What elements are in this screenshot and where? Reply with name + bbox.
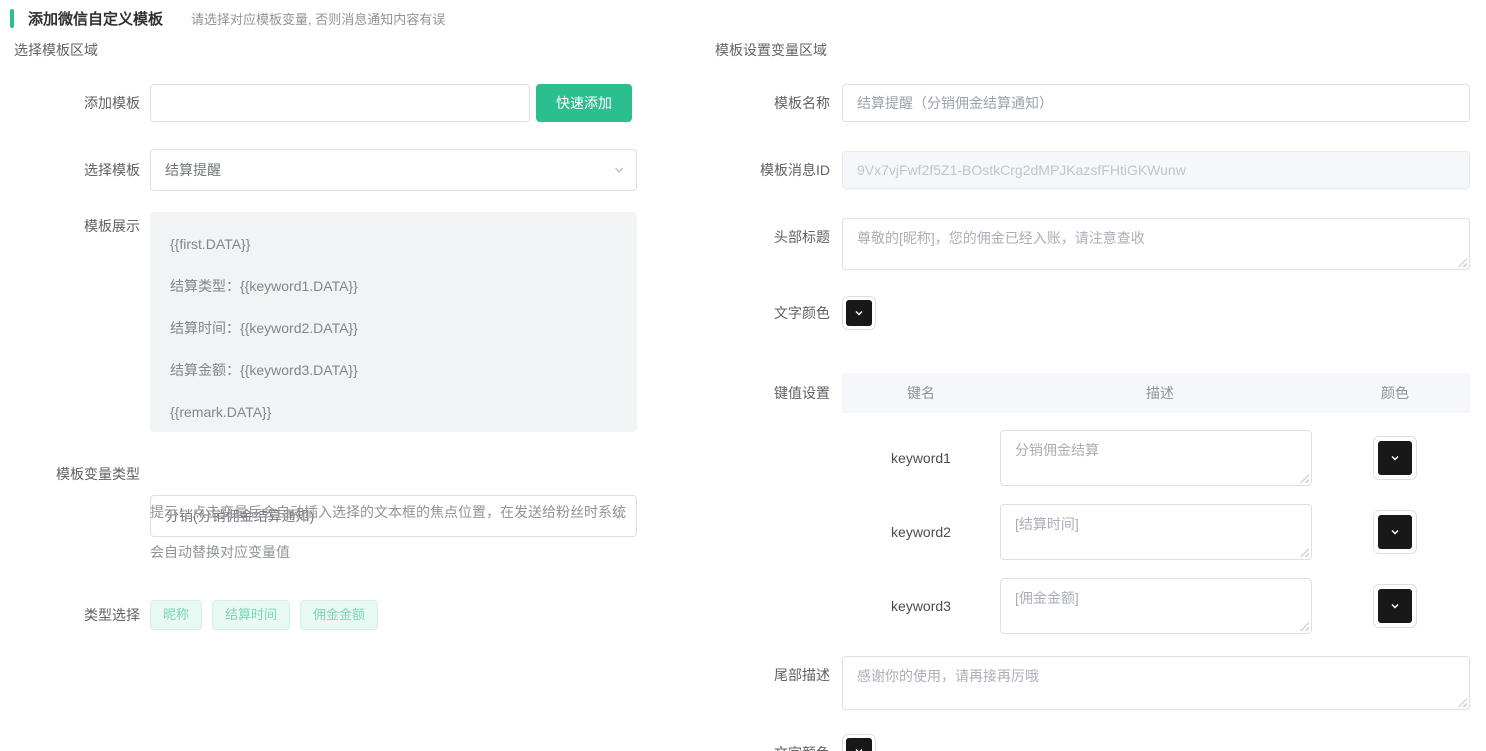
chevron-down-icon <box>1389 600 1401 612</box>
header-title-textarea[interactable]: 尊敬的[昵称]，您的佣金已经入账，请注意查收 <box>842 218 1470 270</box>
template-name-input[interactable] <box>842 84 1470 122</box>
kv-table-header: 键名 描述 颜色 <box>842 373 1470 413</box>
select-template-label: 选择模板 <box>0 149 140 191</box>
preview-line: 结算金额：{{keyword3.DATA}} <box>170 360 617 380</box>
tag-nickname[interactable]: 昵称 <box>150 600 202 630</box>
left-section-title: 选择模板区域 <box>14 40 98 60</box>
page-header: 添加微信自定义模板 请选择对应模板变量, 否则消息通知内容有误 <box>10 8 445 29</box>
color-swatch <box>1378 441 1412 475</box>
tag-settle-time[interactable]: 结算时间 <box>212 600 290 630</box>
kv-desc-textarea[interactable]: [结算时间] <box>1000 504 1312 560</box>
preview-line: {{first.DATA}} <box>170 234 617 254</box>
color-swatch <box>1378 589 1412 623</box>
select-template-value: 结算提醒 <box>165 160 221 180</box>
chevron-down-icon <box>1389 526 1401 538</box>
page: 添加微信自定义模板 请选择对应模板变量, 否则消息通知内容有误 选择模板区域 模… <box>0 0 1486 751</box>
color-swatch <box>846 738 872 751</box>
template-preview-label: 模板展示 <box>0 216 140 236</box>
template-name-label: 模板名称 <box>580 84 830 122</box>
text-color-label: 文字颜色 <box>580 296 830 330</box>
kv-key-name: keyword1 <box>842 430 1000 486</box>
kv-col-color-header: 颜色 <box>1320 383 1470 403</box>
select-template-dropdown[interactable]: 结算提醒 <box>150 149 637 191</box>
page-subtitle: 请选择对应模板变量, 否则消息通知内容有误 <box>191 9 445 28</box>
add-template-input[interactable] <box>150 84 530 122</box>
add-template-label: 添加模板 <box>0 84 140 122</box>
kv-settings-label: 键值设置 <box>580 373 830 413</box>
color-swatch <box>846 300 872 326</box>
template-id-input <box>842 151 1470 189</box>
variable-type-label: 模板变量类型 <box>0 453 140 495</box>
chevron-down-icon <box>1389 452 1401 464</box>
text-color-label-bottom: 文字颜色 <box>580 736 830 751</box>
kv-color-picker[interactable] <box>1373 510 1417 554</box>
template-id-label: 模板消息ID <box>580 151 830 189</box>
tag-commission-amount[interactable]: 佣金金额 <box>300 600 378 630</box>
chevron-down-icon <box>853 307 865 319</box>
text-color-picker-bottom[interactable] <box>842 734 876 751</box>
preview-line: 结算时间：{{keyword2.DATA}} <box>170 318 617 338</box>
kv-color-picker[interactable] <box>1373 584 1417 628</box>
preview-line: 结算类型：{{keyword1.DATA}} <box>170 276 617 296</box>
type-select-label: 类型选择 <box>0 600 140 630</box>
color-swatch <box>1378 515 1412 549</box>
preview-line: {{remark.DATA}} <box>170 402 617 422</box>
kv-desc-textarea[interactable]: [佣金金额] <box>1000 578 1312 634</box>
text-color-picker[interactable] <box>842 296 876 330</box>
page-title: 添加微信自定义模板 <box>28 8 163 29</box>
kv-col-key-header: 键名 <box>842 383 1000 403</box>
kv-desc-textarea[interactable]: 分销佣金结算 <box>1000 430 1312 486</box>
right-section-title: 模板设置变量区域 <box>715 40 827 60</box>
kv-key-name: keyword3 <box>842 578 1000 634</box>
kv-col-desc-header: 描述 <box>1000 383 1320 403</box>
template-preview-box: {{first.DATA}} 结算类型：{{keyword1.DATA}} 结算… <box>150 212 637 432</box>
footer-desc-label: 尾部描述 <box>580 656 830 694</box>
footer-desc-textarea[interactable]: 感谢你的使用，请再接再厉哦 <box>842 656 1470 710</box>
accent-bar <box>10 9 14 28</box>
chevron-down-icon <box>853 745 865 751</box>
header-title-label: 头部标题 <box>580 218 830 256</box>
kv-key-name: keyword2 <box>842 504 1000 560</box>
type-tags: 昵称 结算时间 佣金金额 <box>150 600 378 630</box>
kv-color-picker[interactable] <box>1373 436 1417 480</box>
variable-hint-text: 提示：点击变量后会自动插入选择的文本框的焦点位置，在发送给粉丝时系统会自动替换对… <box>150 492 632 572</box>
